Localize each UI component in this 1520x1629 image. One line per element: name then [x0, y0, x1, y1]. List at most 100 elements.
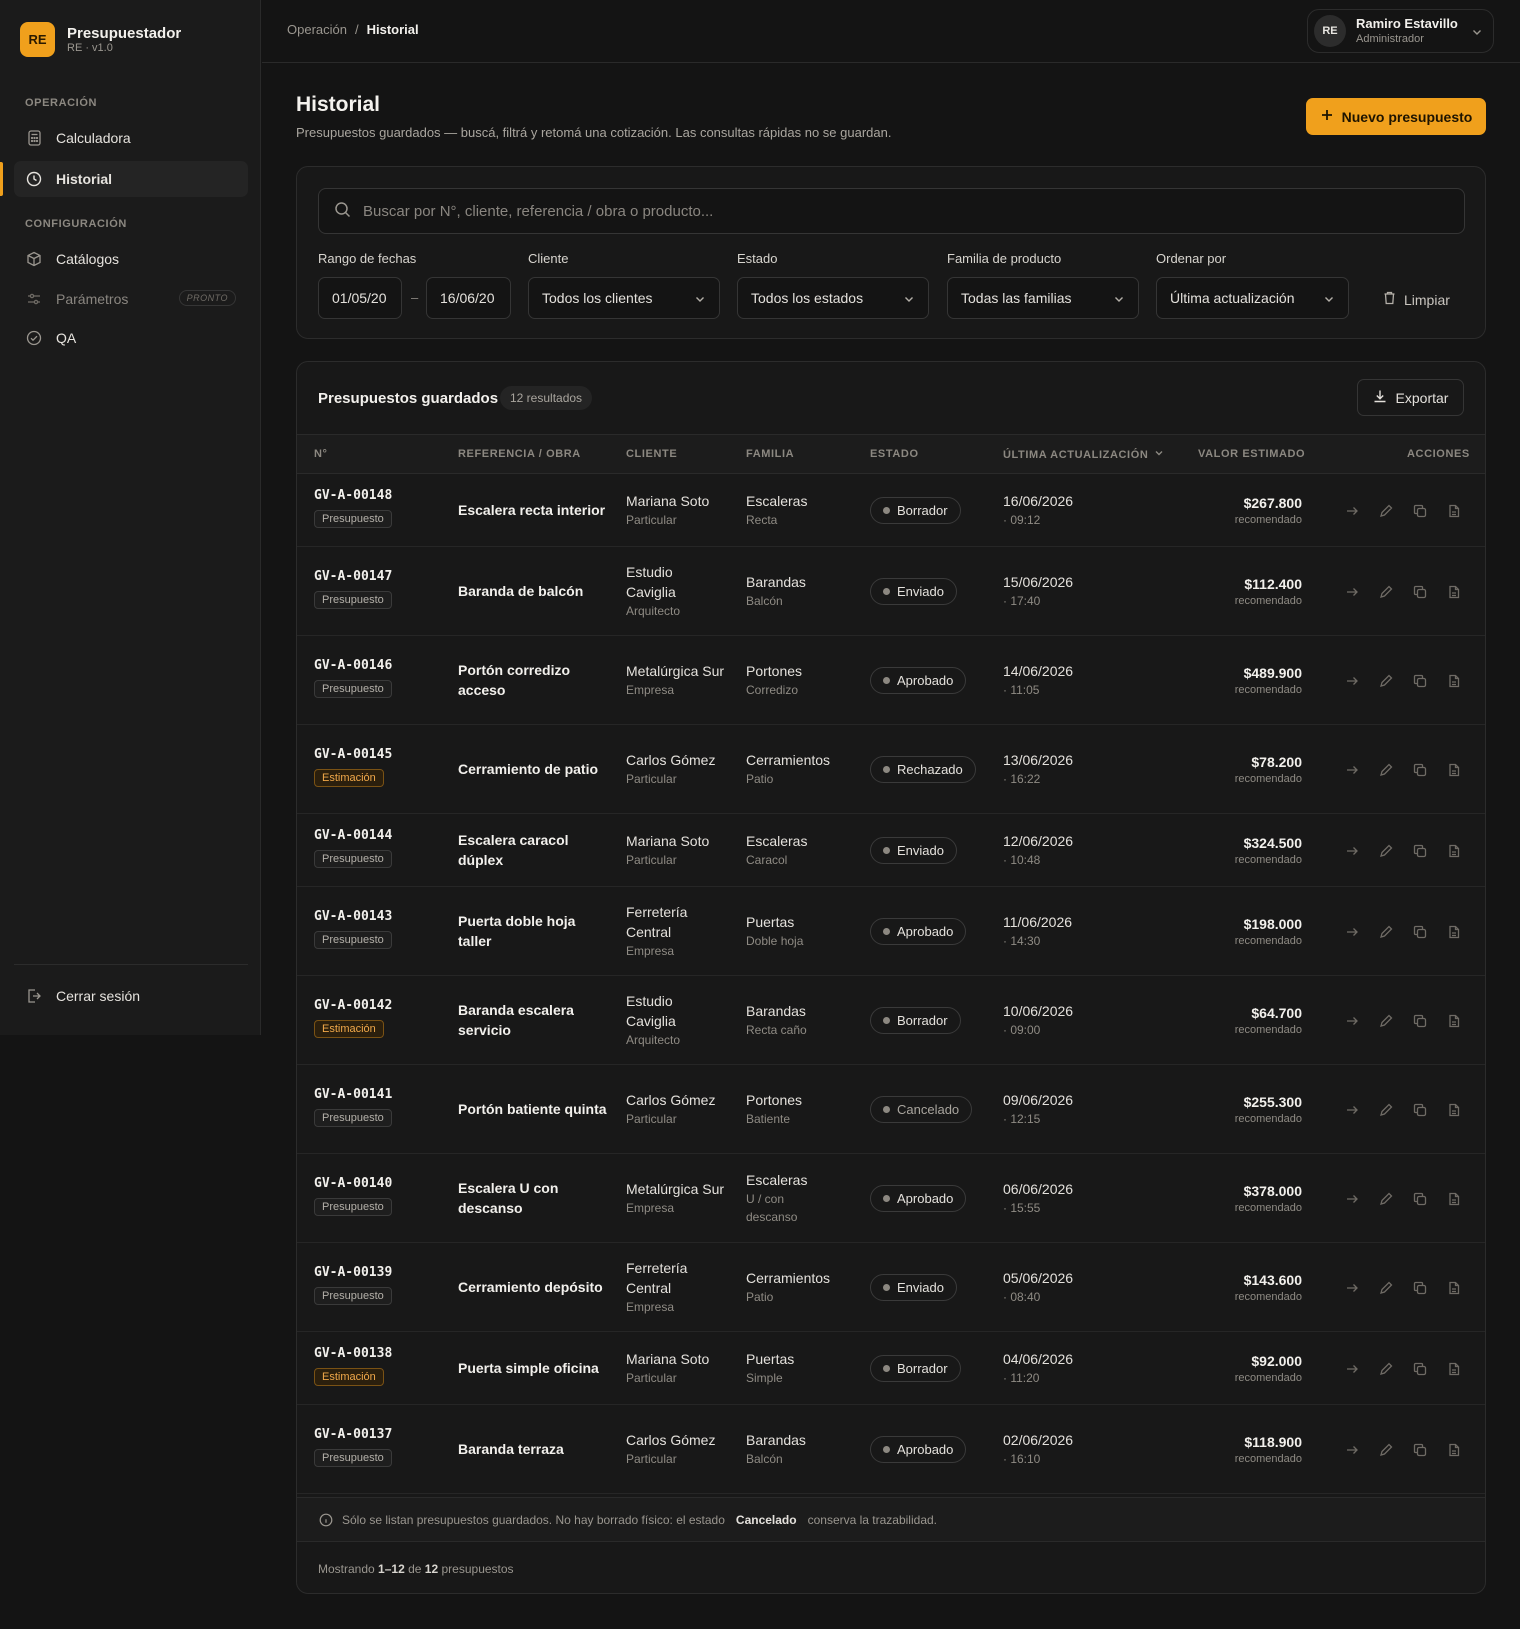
duplicate-copy-icon[interactable]: [1412, 673, 1428, 689]
search-input[interactable]: [363, 202, 1443, 220]
budget-code[interactable]: GV-A-00145: [314, 747, 392, 762]
edit-pencil-icon[interactable]: [1378, 584, 1394, 600]
budget-code[interactable]: GV-A-00140: [314, 1176, 392, 1191]
open-arrow-icon[interactable]: [1344, 1102, 1360, 1118]
duplicate-copy-icon[interactable]: [1412, 924, 1428, 940]
document-icon[interactable]: [1446, 584, 1462, 600]
sidebar-item-qa[interactable]: QA: [14, 320, 248, 356]
edit-pencil-icon[interactable]: [1378, 1102, 1394, 1118]
duplicate-copy-icon[interactable]: [1412, 1013, 1428, 1029]
document-icon[interactable]: [1446, 1013, 1462, 1029]
download-icon: [1373, 389, 1387, 406]
edit-pencil-icon[interactable]: [1378, 1013, 1394, 1029]
open-arrow-icon[interactable]: [1344, 584, 1360, 600]
table-row[interactable]: GV-A-00142 Estimación Baranda escalera ser…: [297, 976, 1485, 1065]
budget-code[interactable]: GV-A-00143: [314, 909, 392, 924]
user-menu[interactable]: RE Ramiro Estavillo Administrador: [1307, 9, 1494, 53]
edit-pencil-icon[interactable]: [1378, 1280, 1394, 1296]
client-select[interactable]: Todos los clientes: [528, 277, 720, 319]
table-row[interactable]: GV-A-00143 Presupuesto Puerta doble hoja t…: [297, 887, 1485, 976]
open-arrow-icon[interactable]: [1344, 924, 1360, 940]
document-icon[interactable]: [1446, 1102, 1462, 1118]
col-updated-sort[interactable]: ÚLTIMA ACTUALIZACIÓN: [1003, 448, 1164, 461]
budget-code[interactable]: GV-A-00137: [314, 1427, 392, 1442]
open-arrow-icon[interactable]: [1344, 503, 1360, 519]
edit-pencil-icon[interactable]: [1378, 1442, 1394, 1458]
open-arrow-icon[interactable]: [1344, 1361, 1360, 1377]
col-value: VALOR ESTIMADO: [1198, 448, 1306, 460]
results-count-badge: 12 resultados: [500, 386, 593, 410]
table-row[interactable]: GV-A-00140 Presupuesto Escalera U con desc…: [297, 1154, 1485, 1243]
edit-pencil-icon[interactable]: [1378, 1361, 1394, 1377]
edit-pencil-icon[interactable]: [1378, 762, 1394, 778]
table-row[interactable]: GV-A-00146 Presupuesto Portón corredizo ac…: [297, 636, 1485, 725]
table-row[interactable]: GV-A-00147 Presupuesto Baranda de balcón Es…: [297, 547, 1485, 636]
clear-filters-button[interactable]: Limpiar: [1383, 291, 1450, 308]
sidebar-item-catalogos[interactable]: Catálogos: [14, 241, 248, 277]
document-icon[interactable]: [1446, 503, 1462, 519]
table-row[interactable]: GV-A-00139 Presupuesto Cerramiento depósit…: [297, 1243, 1485, 1332]
budget-code[interactable]: GV-A-00139: [314, 1265, 392, 1280]
family-select[interactable]: Todas las familias: [947, 277, 1139, 319]
budget-code[interactable]: GV-A-00148: [314, 488, 392, 503]
updated-time: · 15:55: [1003, 1200, 1041, 1215]
open-arrow-icon[interactable]: [1344, 1191, 1360, 1207]
document-icon[interactable]: [1446, 1280, 1462, 1296]
open-arrow-icon[interactable]: [1344, 673, 1360, 689]
table-row[interactable]: GV-A-00141 Presupuesto Portón batiente qui…: [297, 1065, 1485, 1154]
duplicate-copy-icon[interactable]: [1412, 584, 1428, 600]
duplicate-copy-icon[interactable]: [1412, 762, 1428, 778]
export-button[interactable]: Exportar: [1357, 379, 1464, 416]
document-icon[interactable]: [1446, 762, 1462, 778]
budget-code[interactable]: GV-A-00141: [314, 1087, 392, 1102]
document-icon[interactable]: [1446, 843, 1462, 859]
sidebar-item-historial[interactable]: Historial: [14, 161, 248, 197]
family-subtype: Corredizo: [746, 683, 799, 697]
duplicate-copy-icon[interactable]: [1412, 1191, 1428, 1207]
new-budget-button[interactable]: Nuevo presupuesto: [1306, 98, 1486, 135]
duplicate-copy-icon[interactable]: [1412, 843, 1428, 859]
sidebar-item-calculadora[interactable]: Calculadora: [14, 120, 248, 156]
open-arrow-icon[interactable]: [1344, 1013, 1360, 1029]
open-arrow-icon[interactable]: [1344, 1280, 1360, 1296]
duplicate-copy-icon[interactable]: [1412, 1442, 1428, 1458]
document-icon[interactable]: [1446, 1191, 1462, 1207]
edit-pencil-icon[interactable]: [1378, 924, 1394, 940]
edit-pencil-icon[interactable]: [1378, 843, 1394, 859]
table-row[interactable]: GV-A-00144 Presupuesto Escalera caracol dú…: [297, 814, 1485, 887]
breadcrumb-root[interactable]: Operación: [287, 22, 347, 37]
table-row[interactable]: GV-A-00145 Estimación Cerramiento de patio…: [297, 725, 1485, 814]
document-icon[interactable]: [1446, 924, 1462, 940]
logout-button[interactable]: Cerrar sesión: [14, 978, 248, 1014]
family-cell: Barandas Recta caño: [746, 1001, 856, 1039]
status-badge: Cancelado: [870, 1095, 973, 1123]
budget-code[interactable]: GV-A-00147: [314, 569, 392, 584]
edit-pencil-icon[interactable]: [1378, 673, 1394, 689]
edit-pencil-icon[interactable]: [1378, 503, 1394, 519]
date-to-input[interactable]: 16/06/20: [426, 277, 511, 319]
duplicate-copy-icon[interactable]: [1412, 1280, 1428, 1296]
budget-code[interactable]: GV-A-00144: [314, 828, 392, 843]
duplicate-copy-icon[interactable]: [1412, 1102, 1428, 1118]
number-cell: GV-A-00141 Presupuesto: [314, 1087, 392, 1127]
open-arrow-icon[interactable]: [1344, 762, 1360, 778]
document-icon[interactable]: [1446, 673, 1462, 689]
duplicate-copy-icon[interactable]: [1412, 1361, 1428, 1377]
budget-code[interactable]: GV-A-00138: [314, 1346, 392, 1361]
order-select[interactable]: Última actualización: [1156, 277, 1349, 319]
search-box: [318, 188, 1465, 234]
duplicate-copy-icon[interactable]: [1412, 503, 1428, 519]
date-from-input[interactable]: 01/05/20: [318, 277, 402, 319]
status-select[interactable]: Todos los estados: [737, 277, 929, 319]
table-row[interactable]: GV-A-00148 Presupuesto Escalera recta inte…: [297, 474, 1485, 547]
open-arrow-icon[interactable]: [1344, 1442, 1360, 1458]
edit-pencil-icon[interactable]: [1378, 1191, 1394, 1207]
table-row[interactable]: GV-A-00138 Estimación Puerta simple oficin…: [297, 1332, 1485, 1405]
table-row[interactable]: GV-A-00137 Presupuesto Baranda terraza Carl…: [297, 1405, 1485, 1494]
document-icon[interactable]: [1446, 1361, 1462, 1377]
document-icon[interactable]: [1446, 1442, 1462, 1458]
open-arrow-icon[interactable]: [1344, 843, 1360, 859]
budget-code[interactable]: GV-A-00142: [314, 998, 392, 1013]
budget-code[interactable]: GV-A-00146: [314, 658, 392, 673]
family-subtype: Recta: [746, 513, 778, 527]
